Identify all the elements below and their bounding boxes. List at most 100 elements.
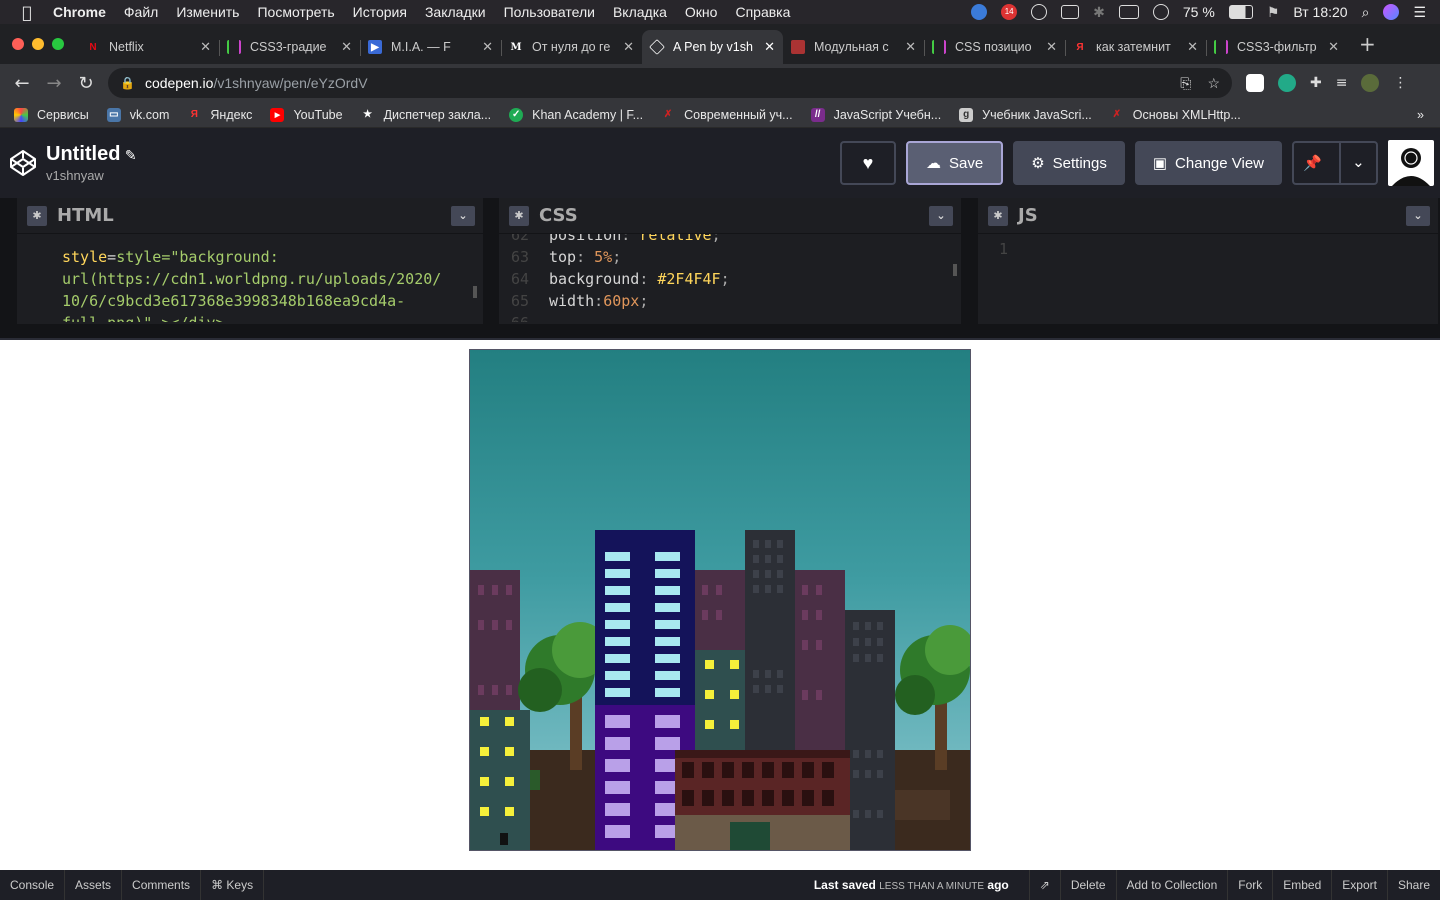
gear-icon[interactable]: ✱ xyxy=(988,205,1008,226)
creative-cloud-icon[interactable] xyxy=(1031,4,1048,20)
keyboard-icon[interactable] xyxy=(1118,5,1139,19)
codepen-logo-icon[interactable] xyxy=(8,148,38,178)
tab-medium[interactable]: M От нуля до ге ✕ xyxy=(501,30,642,64)
bookmark-vk[interactable]: ▭ vk.com xyxy=(106,107,169,122)
menu-item-help[interactable]: Справка xyxy=(726,4,799,20)
tab-css-filters[interactable]: CSS3-фильтр ✕ xyxy=(1206,30,1347,64)
forward-arrow-icon[interactable]: → xyxy=(38,73,70,94)
user-avatar[interactable] xyxy=(1388,140,1434,186)
close-tab-icon[interactable]: ✕ xyxy=(341,39,352,55)
bookmark-star-icon[interactable]: ☆ xyxy=(1207,75,1220,92)
share-button[interactable]: Share xyxy=(1386,870,1440,900)
siri-icon[interactable] xyxy=(1383,4,1400,20)
save-button[interactable]: ☁ Save xyxy=(906,141,1004,185)
menu-item-bookmarks[interactable]: Закладки xyxy=(416,4,495,20)
notification-icon[interactable]: 14 xyxy=(1001,4,1018,20)
tab-codepen-active[interactable]: A Pen by v1sh ✕ xyxy=(642,30,783,64)
chevron-down-icon[interactable]: ⌄ xyxy=(1338,143,1376,183)
close-tab-icon[interactable]: ✕ xyxy=(200,39,211,55)
html-code-area[interactable]: style=style="background: url(https://cdn… xyxy=(17,234,483,322)
tab-netflix[interactable]: N Netflix ✕ xyxy=(78,30,219,64)
sync-icon[interactable] xyxy=(971,4,988,20)
address-bar[interactable]: 🔒 codepen.io /v1shnyaw/pen/eYzOrdV ⎘ ☆ xyxy=(108,68,1232,98)
bookmark-khan[interactable]: ✓ Khan Academy | F... xyxy=(509,107,643,122)
bookmark-yandex[interactable]: Я Яндекс xyxy=(187,108,253,122)
puzzle-icon[interactable]: ✚ xyxy=(1310,75,1322,91)
display-icon[interactable] xyxy=(1061,5,1080,19)
close-tab-icon[interactable]: ✕ xyxy=(764,39,775,55)
maximize-window-button[interactable] xyxy=(52,38,64,50)
extension-icon[interactable] xyxy=(1278,74,1296,92)
gear-icon[interactable]: ✱ xyxy=(27,205,47,226)
close-tab-icon[interactable]: ✕ xyxy=(1187,39,1198,55)
chevron-down-icon[interactable]: ⌄ xyxy=(451,205,475,226)
bookmark-js-textbook[interactable]: g Учебник JavaScri... xyxy=(959,107,1092,122)
close-tab-icon[interactable]: ✕ xyxy=(1046,39,1057,55)
bluetooth-icon[interactable]: ✱ xyxy=(1093,4,1105,21)
tab-mia[interactable]: ▶ M.I.A. — F ✕ xyxy=(360,30,501,64)
bookmarks-overflow-icon[interactable]: » xyxy=(1417,108,1440,122)
close-tab-icon[interactable]: ✕ xyxy=(623,39,634,55)
apple-icon[interactable]:  xyxy=(10,3,44,22)
gear-icon[interactable]: ✱ xyxy=(509,205,529,226)
js-code-area[interactable]: 1 xyxy=(978,234,1438,322)
delete-button[interactable]: Delete xyxy=(1059,870,1116,900)
result-preview[interactable] xyxy=(0,341,1440,870)
pin-button[interactable]: 📌 ⌄ xyxy=(1292,141,1378,185)
wifi-icon[interactable] xyxy=(1152,4,1169,20)
lock-icon[interactable]: 🔒 xyxy=(120,76,135,90)
bookmark-youtube[interactable]: ▶ YouTube xyxy=(270,107,343,122)
media-queue-icon[interactable]: ≡ xyxy=(1336,75,1348,91)
edit-pencil-icon[interactable]: ✎ xyxy=(125,147,137,163)
bookmark-services[interactable]: Сервисы xyxy=(14,107,89,122)
pen-title[interactable]: Untitled xyxy=(46,143,120,165)
profile-avatar-icon[interactable] xyxy=(1361,74,1380,92)
bookmark-manager[interactable]: ★ Диспетчер закла... xyxy=(361,108,491,122)
spotlight-search-icon[interactable]: ⌕ xyxy=(1362,4,1370,21)
love-button[interactable]: ♥ xyxy=(840,141,896,185)
export-button[interactable]: Export xyxy=(1331,870,1387,900)
scrollbar-thumb[interactable] xyxy=(473,286,477,298)
chevron-down-icon[interactable]: ⌄ xyxy=(929,205,953,226)
new-tab-button[interactable]: + xyxy=(1347,32,1388,64)
translate-icon[interactable]: ⎘ xyxy=(1180,75,1191,92)
close-window-button[interactable] xyxy=(12,38,24,50)
embed-button[interactable]: Embed xyxy=(1272,870,1331,900)
back-arrow-icon[interactable]: ← xyxy=(6,73,38,94)
comments-button[interactable]: Comments xyxy=(122,870,202,900)
bookmark-js-tutorial[interactable]: // JavaScript Учебн... xyxy=(810,107,941,122)
bookmark-xmlhttp[interactable]: ✗ Основы XMLHttp... xyxy=(1110,108,1241,122)
close-tab-icon[interactable]: ✕ xyxy=(482,39,493,55)
clock[interactable]: Вт 18:20 xyxy=(1293,4,1347,20)
close-tab-icon[interactable]: ✕ xyxy=(905,39,916,55)
scrollbar-thumb[interactable] xyxy=(953,264,957,276)
battery-icon[interactable] xyxy=(1228,5,1253,19)
menu-item-profiles[interactable]: Пользователи xyxy=(495,4,604,20)
open-external-icon[interactable]: ⇗ xyxy=(1028,870,1060,900)
kebab-menu-icon[interactable]: ⋮ xyxy=(1393,75,1407,91)
bookmark-modern-tutorial[interactable]: ✗ Современный уч... xyxy=(661,108,793,122)
change-view-button[interactable]: ▣ Change View xyxy=(1134,141,1282,185)
reload-icon[interactable]: ↻ xyxy=(70,73,102,94)
menu-item-file[interactable]: Файл xyxy=(115,4,167,20)
chevron-down-icon[interactable]: ⌄ xyxy=(1406,205,1430,226)
settings-button[interactable]: ⚙ Settings xyxy=(1013,141,1125,185)
add-to-collection-button[interactable]: Add to Collection xyxy=(1115,870,1228,900)
extension-icon[interactable] xyxy=(1246,74,1264,92)
menu-item-history[interactable]: История xyxy=(344,4,416,20)
menu-item-view[interactable]: Посмотреть xyxy=(248,4,343,20)
menu-item-edit[interactable]: Изменить xyxy=(167,4,248,20)
menu-item-tab[interactable]: Вкладка xyxy=(604,4,676,20)
keys-button[interactable]: ⌘ Keys xyxy=(201,870,265,900)
assets-button[interactable]: Assets xyxy=(65,870,123,900)
console-button[interactable]: Console xyxy=(0,870,66,900)
menu-item-window[interactable]: Окно xyxy=(676,4,727,20)
control-center-icon[interactable]: ☰ xyxy=(1413,4,1426,21)
flag-icon[interactable]: ⚑ xyxy=(1267,4,1280,21)
minimize-window-button[interactable] xyxy=(32,38,44,50)
tab-css-positioning[interactable]: CSS позицио ✕ xyxy=(924,30,1065,64)
tab-css-gradients[interactable]: CSS3-градие ✕ xyxy=(219,30,360,64)
pen-author[interactable]: v1shnyaw xyxy=(46,168,137,183)
menu-app-name[interactable]: Chrome xyxy=(44,4,115,20)
css-code-area[interactable]: 62 position: relative; 63 top: 5%; 64 backg… xyxy=(499,234,961,322)
